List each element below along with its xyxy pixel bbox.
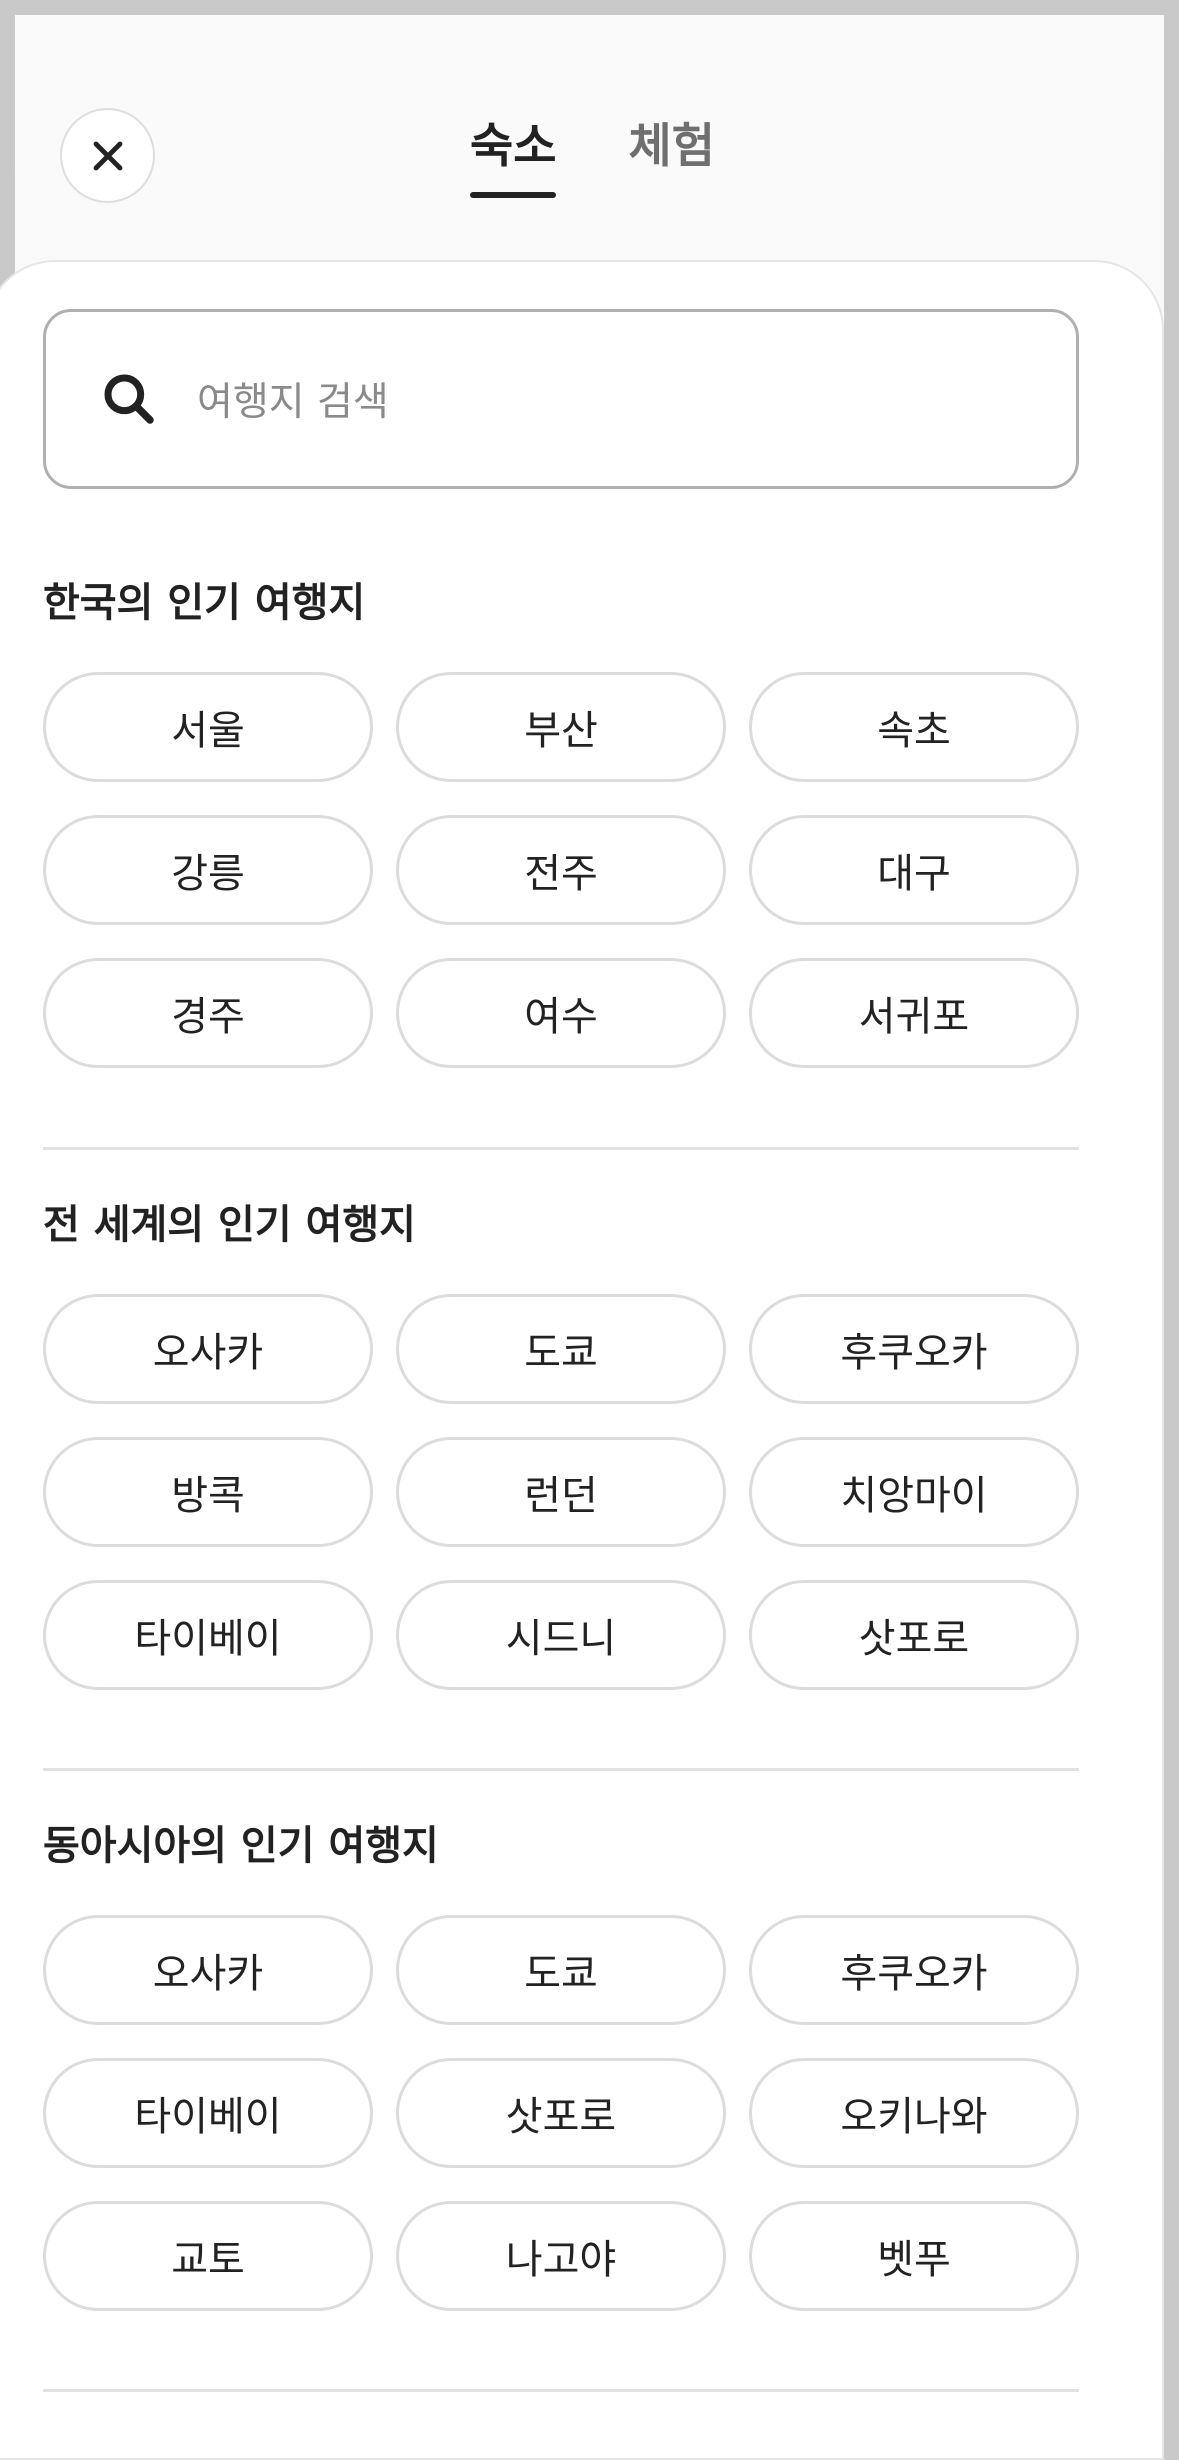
section-world: 전 세계의 인기 여행지 오사카 도쿄 후쿠오카 방콕 런던 치앙마이 타이베이… [43,1196,1079,1690]
section-title: 동아시아의 인기 여행지 [43,1823,439,1869]
destination-chip[interactable]: 후쿠오카 [749,1294,1079,1404]
section-korea: 한국의 인기 여행지 서울 부산 속초 강릉 전주 대구 경주 여수 서귀포 [43,574,1079,1068]
destination-chip[interactable]: 교토 [43,2201,373,2311]
search-input[interactable]: 여행지 검색 [43,309,1079,489]
destination-chip[interactable]: 서울 [43,672,373,782]
destination-chip[interactable]: 치앙마이 [749,1437,1079,1547]
destination-chip[interactable]: 오사카 [43,1294,373,1404]
section-divider [43,1768,1079,1771]
destination-chip[interactable]: 방콕 [43,1437,373,1547]
tab-experiences[interactable]: 체험 [628,123,714,196]
destination-chip[interactable]: 오키나와 [749,2058,1079,2168]
section-title: 전 세계의 인기 여행지 [43,1202,416,1248]
destination-chip[interactable]: 경주 [43,958,373,1068]
tab-bar: 숙소 체험 [470,123,715,198]
section-east-asia: 동아시아의 인기 여행지 오사카 도쿄 후쿠오카 타이베이 삿포로 오키나와 교… [43,1817,1079,2311]
destination-chip[interactable]: 오사카 [43,1915,373,2025]
close-icon [93,141,122,170]
destination-chip[interactable]: 강릉 [43,815,373,925]
destination-chip[interactable]: 도쿄 [396,1915,726,2025]
destination-chip[interactable]: 속초 [749,672,1079,782]
destination-chip[interactable]: 여수 [396,958,726,1068]
destination-chip[interactable]: 서귀포 [749,958,1079,1068]
section-divider [43,1147,1079,1150]
destination-chip[interactable]: 나고야 [396,2201,726,2311]
destination-chip[interactable]: 삿포로 [396,2058,726,2168]
search-icon [104,374,154,424]
destination-chip[interactable]: 후쿠오카 [749,1915,1079,2025]
destination-chip[interactable]: 타이베이 [43,2058,373,2168]
destination-sheet: 여행지 검색 한국의 인기 여행지 서울 부산 속초 강릉 전주 대구 경주 여… [0,260,1164,2460]
destination-grid: 오사카 도쿄 후쿠오카 타이베이 삿포로 오키나와 교토 나고야 벳푸 [43,1915,1079,2311]
destination-chip[interactable]: 런던 [396,1437,726,1547]
tab-stays[interactable]: 숙소 [470,123,557,198]
destination-chip[interactable]: 대구 [749,815,1079,925]
section-divider [43,2389,1079,2392]
destination-chip[interactable]: 타이베이 [43,1580,373,1690]
destination-chip[interactable]: 삿포로 [749,1580,1079,1690]
section-title: 한국의 인기 여행지 [43,580,366,626]
destination-chip[interactable]: 시드니 [396,1580,726,1690]
destination-grid: 오사카 도쿄 후쿠오카 방콕 런던 치앙마이 타이베이 시드니 삿포로 [43,1294,1079,1690]
destination-chip[interactable]: 벳푸 [749,2201,1079,2311]
destination-grid: 서울 부산 속초 강릉 전주 대구 경주 여수 서귀포 [43,672,1079,1068]
search-placeholder: 여행지 검색 [197,380,389,425]
destination-chip[interactable]: 도쿄 [396,1294,726,1404]
close-button[interactable] [60,108,155,203]
destination-chip[interactable]: 부산 [396,672,726,782]
destination-chip[interactable]: 전주 [396,815,726,925]
